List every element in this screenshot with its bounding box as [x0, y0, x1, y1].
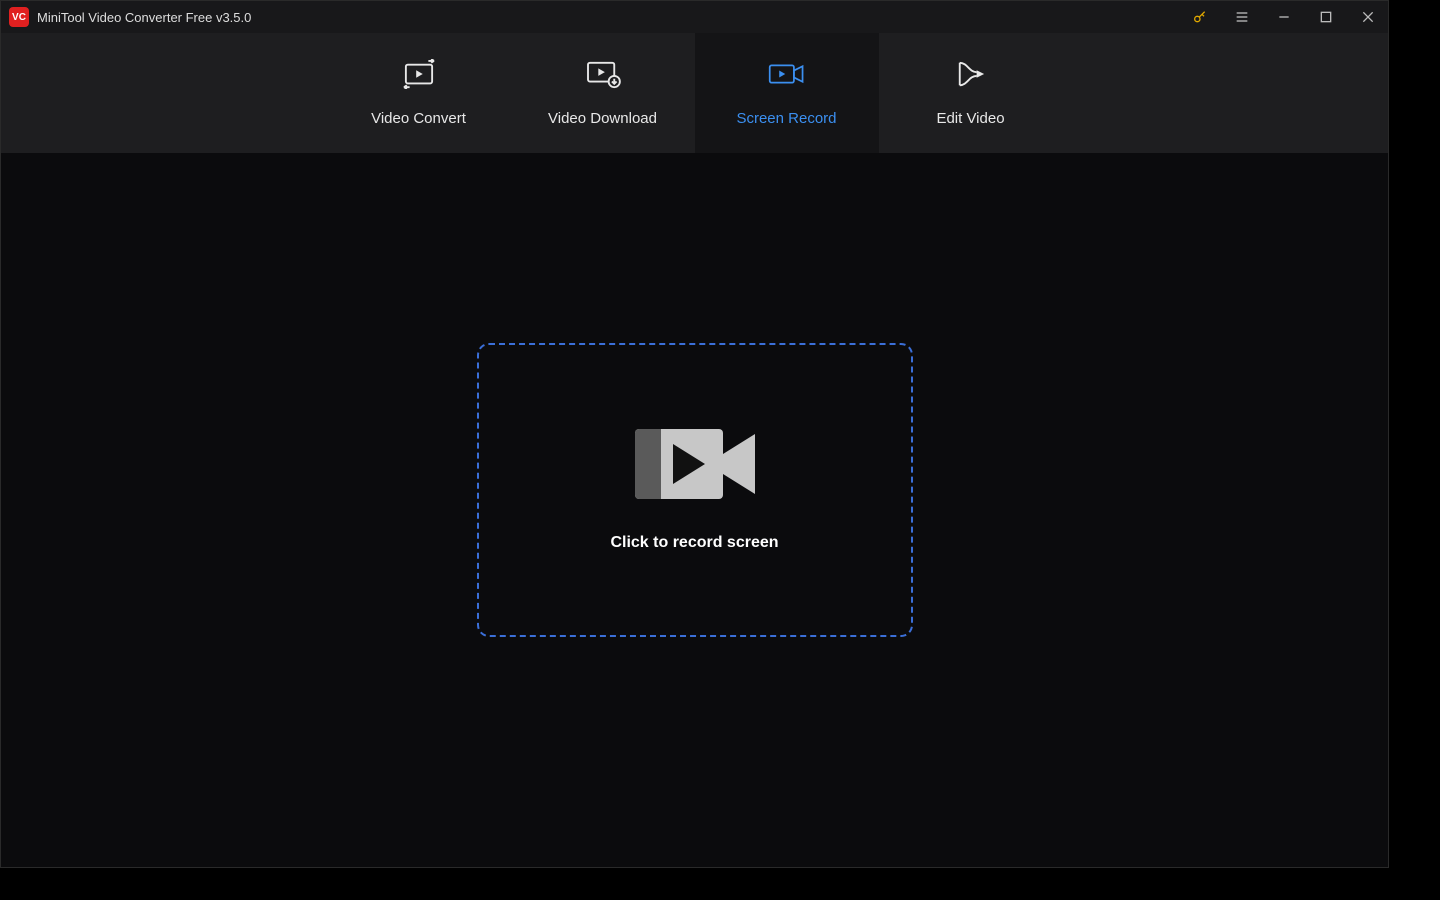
title-controls [1188, 5, 1380, 29]
tab-edit-video[interactable]: Edit Video [879, 33, 1063, 153]
tab-video-download[interactable]: Video Download [511, 33, 695, 153]
video-camera-icon [635, 429, 755, 504]
app-logo-icon: VC [9, 7, 29, 27]
tab-label: Video Convert [371, 110, 466, 127]
maximize-icon[interactable] [1314, 5, 1338, 29]
record-screen-button[interactable]: Click to record screen [477, 343, 913, 637]
download-icon [584, 59, 622, 94]
menu-icon[interactable] [1230, 5, 1254, 29]
tab-video-convert[interactable]: Video Convert [327, 33, 511, 153]
tab-label: Screen Record [736, 110, 836, 127]
close-icon[interactable] [1356, 5, 1380, 29]
record-prompt-text: Click to record screen [610, 534, 778, 552]
convert-icon [400, 59, 438, 94]
edit-video-icon [952, 59, 990, 94]
content-area: Click to record screen [1, 153, 1388, 867]
app-title: MiniTool Video Converter Free v3.5.0 [37, 10, 251, 25]
tab-label: Video Download [548, 110, 657, 127]
tab-screen-record[interactable]: Screen Record [695, 33, 879, 153]
titlebar: VC MiniTool Video Converter Free v3.5.0 [1, 1, 1388, 33]
screen-record-icon [768, 59, 806, 94]
app-window: VC MiniTool Video Converter Free v3.5.0 [0, 0, 1389, 868]
tab-label: Edit Video [936, 110, 1004, 127]
minimize-icon[interactable] [1272, 5, 1296, 29]
tabbar: Video Convert Video Download [1, 33, 1388, 153]
key-icon[interactable] [1188, 5, 1212, 29]
